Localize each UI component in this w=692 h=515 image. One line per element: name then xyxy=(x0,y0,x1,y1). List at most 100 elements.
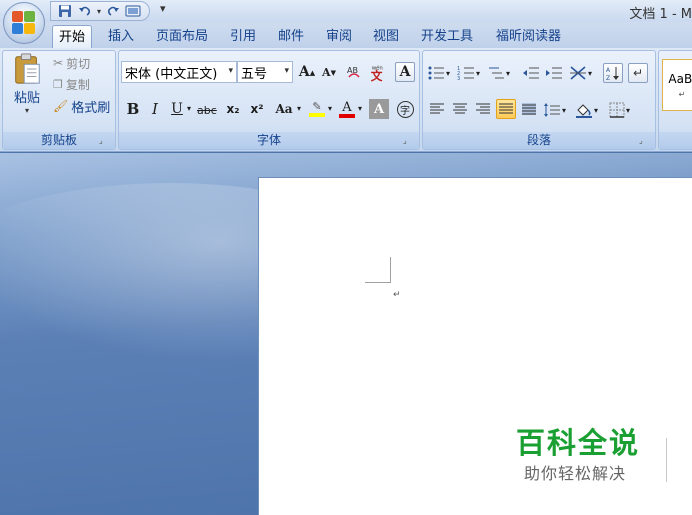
justify-button[interactable] xyxy=(496,99,516,119)
shading-button[interactable]: ▾ xyxy=(575,100,598,120)
undo-dropdown-icon[interactable]: ▾ xyxy=(97,7,101,16)
clear-formatting-icon: AB xyxy=(347,66,360,78)
decrease-indent-button[interactable] xyxy=(521,63,541,83)
multilevel-list-button[interactable]: ▾ xyxy=(487,63,510,83)
quick-access-toolbar: ▾ xyxy=(50,1,151,21)
sort-icon: AZ xyxy=(606,67,619,81)
change-case-button[interactable]: Aa xyxy=(271,99,297,119)
multilevel-list-icon xyxy=(489,67,504,79)
paragraph-launcher-icon[interactable]: ⌟ xyxy=(639,136,649,146)
bold-button[interactable]: B xyxy=(123,99,143,119)
customize-qat-button[interactable]: ▾ xyxy=(160,2,166,15)
character-border-button[interactable]: A xyxy=(395,62,415,82)
font-size-combo[interactable]: 五号 ▾ xyxy=(237,61,293,83)
font-name-combo[interactable]: 宋体 (中文正文) ▾ xyxy=(121,61,237,83)
distributed-icon xyxy=(522,103,536,115)
print-preview-icon[interactable] xyxy=(125,3,141,19)
paragraph-mark-icon: ↵ xyxy=(632,66,644,80)
shrink-font-icon: A xyxy=(322,65,331,79)
multilevel-list-dropdown-icon: ▾ xyxy=(506,68,511,78)
paragraph-mark: ↵ xyxy=(393,290,401,300)
show-hide-marks-button[interactable]: ↵ xyxy=(628,63,648,83)
line-spacing-icon xyxy=(544,103,560,117)
styles-group: AaBl ↵ xyxy=(658,50,692,150)
tab-home[interactable]: 开始 xyxy=(52,25,93,48)
tab-insert[interactable]: 插入 xyxy=(102,25,140,48)
scissors-icon: ✂ xyxy=(53,56,64,70)
font-color-button[interactable]: A xyxy=(337,99,357,119)
bullets-dropdown-icon: ▾ xyxy=(446,68,451,78)
strikethrough-button[interactable]: abc xyxy=(197,101,217,119)
document-page[interactable]: ↵ xyxy=(258,177,692,515)
style-normal-preview[interactable]: AaBl ↵ xyxy=(662,59,692,111)
copy-button[interactable]: ❐ 复制 xyxy=(53,75,90,93)
distributed-button[interactable] xyxy=(519,99,539,119)
font-color-bar xyxy=(339,113,355,118)
grow-font-button[interactable]: A ▲ xyxy=(297,62,317,82)
decrease-indent-icon xyxy=(523,67,539,79)
bullets-button[interactable]: ▾ xyxy=(427,63,450,83)
asian-layout-icon xyxy=(570,66,586,80)
bullets-icon xyxy=(428,66,444,80)
watermark-subtitle: 助你轻松解决 xyxy=(524,464,627,483)
font-name-dropdown-icon: ▾ xyxy=(228,66,233,76)
cut-button[interactable]: ✂ 剪切 xyxy=(53,54,90,72)
document-title: 文档 1 - M xyxy=(629,7,692,22)
font-group-label: 字体 xyxy=(119,132,419,149)
clear-formatting-button[interactable]: AB xyxy=(344,62,364,82)
paste-button[interactable]: 粘贴 ▾ xyxy=(7,53,47,115)
watermark-title: 百科全说 xyxy=(516,426,641,460)
cut-label: 剪切 xyxy=(66,56,91,71)
highlight-button[interactable]: ✎ xyxy=(307,99,327,119)
underline-dropdown-icon[interactable]: ▾ xyxy=(187,104,191,113)
tab-foxit-reader[interactable]: 福昕阅读器 xyxy=(490,25,567,48)
grow-arrow-icon: ▲ xyxy=(309,67,316,77)
phonetic-guide-button[interactable]: wén 文 xyxy=(368,62,388,82)
line-spacing-dropdown-icon: ▾ xyxy=(562,105,567,115)
font-group: 宋体 (中文正文) ▾ 五号 ▾ A ▲ A ▼ AB wén 文 A B I U ▾… xyxy=(118,50,420,150)
tab-developer[interactable]: 开发工具 xyxy=(415,25,479,48)
undo-icon[interactable] xyxy=(77,3,93,19)
asian-layout-dropdown-icon: ▾ xyxy=(588,68,593,78)
copy-icon: ❐ xyxy=(53,77,63,91)
align-right-button[interactable] xyxy=(473,99,493,119)
italic-button[interactable]: I xyxy=(145,99,165,119)
borders-button[interactable]: ▾ xyxy=(609,100,630,120)
tab-page-layout[interactable]: 页面布局 xyxy=(150,25,214,48)
shrink-font-button[interactable]: A ▼ xyxy=(319,62,339,82)
format-painter-icon: 🖌 xyxy=(53,99,69,113)
tab-review[interactable]: 审阅 xyxy=(320,25,358,48)
tab-mailings[interactable]: 邮件 xyxy=(272,25,310,48)
office-button[interactable] xyxy=(3,2,45,44)
font-launcher-icon[interactable]: ⌟ xyxy=(403,136,413,146)
asian-layout-button[interactable]: ▾ xyxy=(569,63,592,83)
tab-view[interactable]: 视图 xyxy=(367,25,405,48)
align-left-button[interactable] xyxy=(427,99,447,119)
borders-icon xyxy=(609,102,625,118)
phonetic-guide-icon: wén文 xyxy=(370,64,383,82)
sort-button[interactable]: AZ xyxy=(603,63,623,83)
clipboard-launcher-icon[interactable]: ⌟ xyxy=(99,136,109,146)
superscript-button[interactable]: x² xyxy=(247,99,267,119)
line-spacing-button[interactable]: ▾ xyxy=(543,100,566,120)
format-painter-button[interactable]: 🖌 格式刷 xyxy=(53,97,111,116)
font-color-dropdown-icon[interactable]: ▾ xyxy=(358,104,362,113)
subscript-button[interactable]: x₂ xyxy=(223,99,243,119)
align-left-icon xyxy=(430,103,444,114)
redo-icon[interactable] xyxy=(105,3,121,19)
underline-button[interactable]: U xyxy=(167,99,187,119)
ribbon-tabs: 开始 插入 页面布局 引用 邮件 审阅 视图 开发工具 福昕阅读器 xyxy=(0,22,692,48)
change-case-dropdown-icon[interactable]: ▾ xyxy=(297,104,301,113)
margin-corner-mark-vertical xyxy=(390,257,391,283)
tab-references[interactable]: 引用 xyxy=(224,25,262,48)
enclose-characters-button[interactable]: 字 xyxy=(395,99,415,119)
character-shading-button[interactable]: A xyxy=(369,99,389,119)
align-center-button[interactable] xyxy=(450,99,470,119)
format-painter-label: 格式刷 xyxy=(71,100,111,116)
styles-group-label xyxy=(659,132,692,149)
save-icon[interactable] xyxy=(57,3,73,19)
increase-indent-button[interactable] xyxy=(544,63,564,83)
character-border-icon: A xyxy=(399,64,411,80)
highlight-dropdown-icon[interactable]: ▾ xyxy=(328,104,332,113)
numbering-button[interactable]: 123 ▾ xyxy=(457,63,480,83)
